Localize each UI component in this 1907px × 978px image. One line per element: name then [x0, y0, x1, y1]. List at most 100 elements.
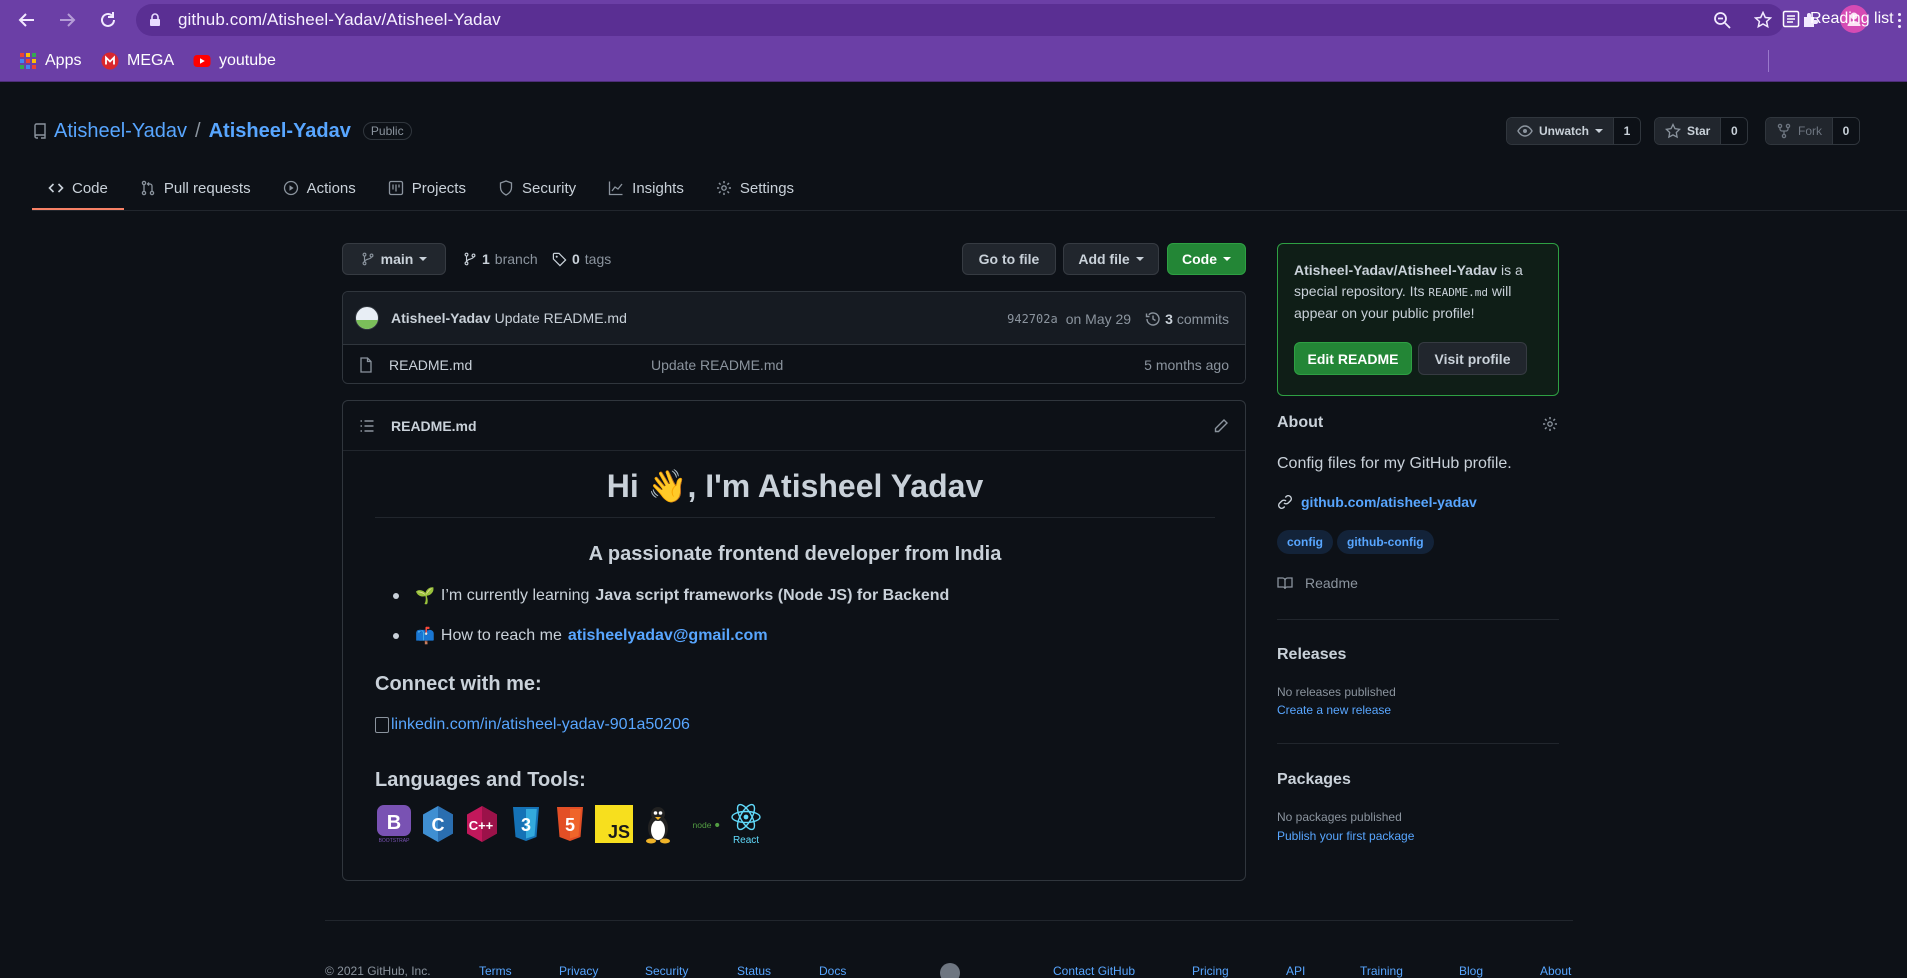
pencil-icon[interactable]: [1213, 418, 1229, 434]
branches-link[interactable]: 1 branch: [463, 250, 538, 268]
repo-owner-link[interactable]: Atisheel-Yadav: [54, 120, 187, 143]
list-item-text: I’m currently learning: [440, 587, 590, 604]
readme-header: README.md: [343, 401, 1245, 451]
website-link[interactable]: github.com/atisheel-yadav: [1301, 494, 1477, 510]
forward-button[interactable]: [55, 8, 79, 32]
bookmark-mega[interactable]: MEGA: [101, 50, 174, 72]
latest-commit-row: Atisheel-Yadav Update README.md 942702a …: [343, 292, 1245, 345]
watch-button-group: Unwatch 1: [1506, 117, 1642, 145]
commit-author-avatar[interactable]: [355, 306, 379, 330]
tab-actions[interactable]: Actions: [267, 166, 372, 210]
repo-title: Atisheel-Yadav / Atisheel-Yadav Public: [32, 118, 412, 144]
bootstrap-icon[interactable]: B BOOTSTRAP: [375, 804, 413, 844]
tab-pull-requests[interactable]: Pull requests: [124, 166, 267, 210]
link-icon: [1278, 495, 1292, 509]
code-button[interactable]: Code: [1167, 243, 1246, 275]
javascript-icon[interactable]: JS: [595, 804, 633, 844]
address-url[interactable]: github.com/Atisheel-Yadav/Atisheel-Yadav: [178, 10, 501, 30]
repo-name-link[interactable]: Atisheel-Yadav: [209, 120, 351, 143]
bookmark-apps[interactable]: Apps: [19, 50, 81, 72]
tag-label: tags: [584, 251, 612, 267]
eye-icon: [1517, 125, 1533, 137]
commits-history-link[interactable]: 3 commits: [1145, 311, 1229, 327]
packages-heading[interactable]: Packages: [1277, 771, 1351, 789]
footer-link-privacy[interactable]: Privacy: [559, 964, 598, 978]
star-label: Star: [1687, 124, 1711, 138]
edit-readme-button[interactable]: Edit README: [1294, 342, 1412, 375]
topic-tag[interactable]: config: [1277, 530, 1333, 554]
footer-link-about[interactable]: About: [1540, 964, 1571, 978]
back-button[interactable]: [15, 8, 39, 32]
project-icon: [388, 180, 403, 196]
visit-profile-button[interactable]: Visit profile: [1418, 342, 1527, 375]
linux-icon[interactable]: [639, 804, 677, 844]
tags-link[interactable]: 0 tags: [552, 250, 611, 268]
bookmark-star-icon[interactable]: [1752, 9, 1774, 31]
topic-tag[interactable]: github-config: [1337, 530, 1434, 554]
branch-select-button[interactable]: main: [342, 243, 446, 275]
file-icon: [360, 356, 372, 373]
go-to-file-button[interactable]: Go to file: [962, 243, 1056, 275]
footer-link-pricing[interactable]: Pricing: [1192, 964, 1229, 978]
reading-list-button[interactable]: Reading list: [1782, 8, 1894, 30]
c-language-icon[interactable]: C: [419, 804, 457, 844]
browser-menu-icon[interactable]: [1893, 6, 1905, 34]
bookmark-label: Apps: [45, 52, 82, 69]
edit-readme-label: Edit README: [1307, 350, 1399, 367]
unwatch-button[interactable]: Unwatch: [1507, 118, 1615, 144]
star-button[interactable]: Star: [1655, 118, 1722, 144]
email-link[interactable]: atisheelyadav@gmail.com: [568, 627, 768, 645]
footer-link-docs[interactable]: Docs: [819, 964, 846, 978]
nodejs-icon[interactable]: node: [683, 804, 721, 844]
footer-link-api[interactable]: API: [1286, 964, 1305, 978]
star-icon: [1665, 123, 1681, 139]
tab-label: Pull requests: [163, 179, 251, 197]
react-icon[interactable]: React: [727, 803, 765, 846]
tabs-divider: [32, 210, 1907, 211]
tab-security[interactable]: Security: [482, 166, 592, 210]
tools-row: B BOOTSTRAP C C++ 3 5 JS node React: [375, 802, 765, 846]
react-label: React: [733, 835, 759, 846]
gear-icon[interactable]: [1542, 416, 1558, 432]
watch-count[interactable]: 1: [1614, 118, 1641, 144]
footer-link-terms[interactable]: Terms: [479, 964, 512, 978]
reading-list-label: Reading list: [1810, 10, 1894, 27]
html5-icon[interactable]: 5: [551, 804, 589, 844]
tab-settings[interactable]: Settings: [700, 166, 810, 210]
zoom-icon[interactable]: [1711, 9, 1733, 31]
footer-link-security[interactable]: Security: [645, 964, 688, 978]
commit-message-link[interactable]: Update README.md: [495, 310, 627, 326]
footer-link-training[interactable]: Training: [1360, 964, 1403, 978]
readme-sidebar-link[interactable]: Readme: [1277, 575, 1358, 591]
reload-button[interactable]: [96, 8, 120, 32]
commit-sha[interactable]: 942702a: [1007, 312, 1058, 326]
publish-package-link[interactable]: Publish your first package: [1277, 829, 1414, 843]
bookmark-youtube[interactable]: youtube: [193, 50, 276, 72]
create-release-link[interactable]: Create a new release: [1277, 703, 1391, 717]
tab-projects[interactable]: Projects: [372, 166, 482, 210]
star-count[interactable]: 0: [1721, 118, 1748, 144]
cplusplus-icon[interactable]: C++: [463, 804, 501, 844]
website-row: github.com/atisheel-yadav: [1277, 494, 1477, 510]
commit-author-link[interactable]: Atisheel-Yadav: [391, 310, 491, 326]
linkedin-link[interactable]: linkedin.com/in/atisheel-yadav-901a50206: [375, 716, 690, 734]
fork-count[interactable]: 0: [1833, 118, 1859, 144]
github-mark-icon[interactable]: [939, 962, 961, 978]
add-file-label: Add file: [1078, 251, 1130, 267]
releases-heading[interactable]: Releases: [1277, 646, 1346, 664]
about-heading: About: [1277, 414, 1324, 431]
footer-link-blog[interactable]: Blog: [1459, 964, 1483, 978]
tab-code[interactable]: Code: [32, 166, 124, 210]
go-to-file-label: Go to file: [978, 251, 1040, 267]
css3-icon[interactable]: 3: [507, 804, 545, 844]
tab-insights[interactable]: Insights: [592, 166, 700, 210]
footer-link-contact[interactable]: Contact GitHub: [1053, 964, 1135, 978]
fork-button[interactable]: Fork: [1766, 118, 1833, 144]
file-name-link[interactable]: README.md: [389, 357, 472, 373]
file-commit-message[interactable]: Update README.md: [651, 357, 783, 373]
list-icon[interactable]: [359, 418, 375, 434]
footer-link-status[interactable]: Status: [737, 964, 771, 978]
add-file-button[interactable]: Add file: [1063, 243, 1159, 275]
c-label: C: [432, 815, 445, 835]
lock-icon[interactable]: [148, 13, 162, 27]
